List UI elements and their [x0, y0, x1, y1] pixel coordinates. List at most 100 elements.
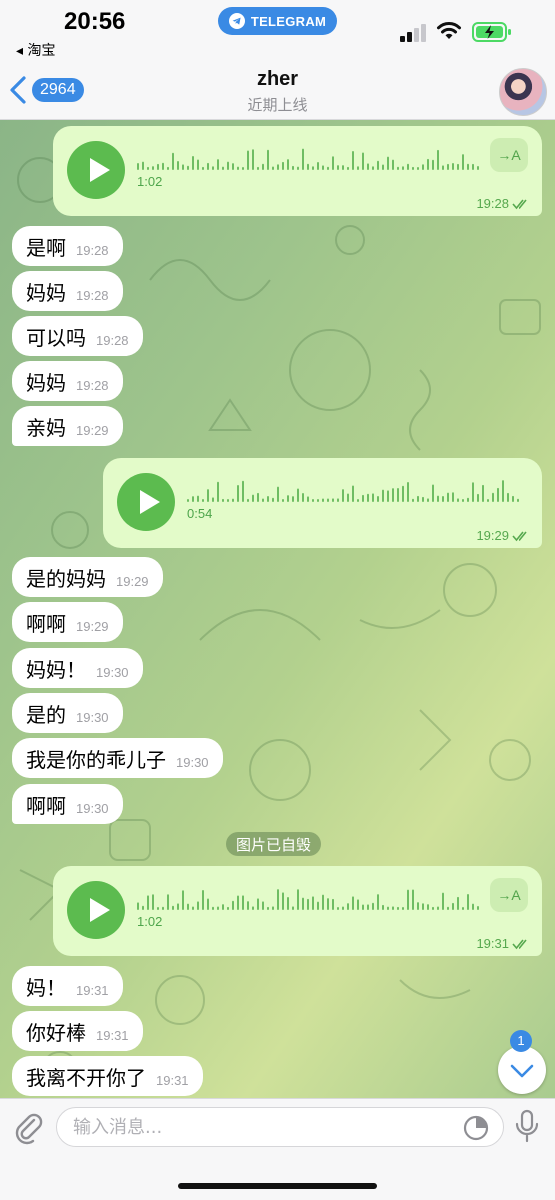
battery-icon [472, 22, 511, 42]
waveform-bar [457, 498, 459, 502]
avatar[interactable] [499, 68, 547, 116]
waveform-bar [312, 498, 314, 502]
waveform-bar [192, 906, 194, 910]
incoming-message[interactable]: 妈妈 19:28 [12, 361, 123, 401]
home-indicator[interactable] [178, 1183, 377, 1189]
voice-waveform[interactable] [137, 888, 482, 910]
last-seen-status: 近期上线 [247, 96, 308, 114]
voice-waveform[interactable] [187, 480, 522, 502]
waveform-bar [187, 903, 189, 910]
waveform-bar [252, 149, 254, 170]
transcribe-button[interactable]: →A [490, 138, 528, 172]
message-time: 19:29 [116, 573, 149, 589]
incoming-message[interactable]: 妈！ 19:31 [12, 966, 123, 1006]
waveform-bar [317, 901, 319, 910]
waveform-bar [137, 902, 139, 910]
transcribe-button[interactable]: →A [490, 878, 528, 912]
waveform-bar [362, 494, 364, 502]
message-input[interactable] [73, 1108, 453, 1146]
waveform-bar [462, 906, 464, 910]
waveform-bar [282, 161, 284, 170]
waveform-bar [402, 166, 404, 170]
incoming-message[interactable]: 啊啊 19:29 [12, 602, 123, 642]
waveform-bar [312, 896, 314, 910]
waveform-bar [437, 495, 439, 502]
waveform-bar [212, 166, 214, 170]
incoming-message[interactable]: 是的 19:30 [12, 693, 123, 733]
waveform-bar [327, 898, 329, 910]
incoming-message[interactable]: 我是你的乖儿子 19:30 [12, 738, 223, 778]
waveform-bar [282, 498, 284, 502]
waveform-bar [297, 166, 299, 170]
back-to-app-link[interactable]: ◂ 淘宝 [16, 40, 55, 60]
voice-message[interactable]: 1:02 →A 19:31 [53, 866, 542, 956]
message-text: 亲妈 [26, 415, 66, 440]
waveform-bar [262, 498, 264, 502]
waveform-bar [487, 498, 489, 502]
message-time: 19:30 [176, 754, 209, 770]
message-time: 19:28 [96, 332, 129, 348]
incoming-message[interactable]: 我离不开你了 19:31 [12, 1056, 203, 1096]
microphone-icon[interactable] [513, 1109, 541, 1143]
waveform-bar [302, 148, 304, 170]
waveform-bar [312, 166, 314, 170]
incoming-message[interactable]: 是的妈妈 19:29 [12, 557, 163, 597]
waveform-bar [452, 902, 454, 910]
incoming-message[interactable]: 啊啊 19:30 [12, 784, 123, 824]
waveform-bar [472, 163, 474, 170]
waveform-bar [212, 906, 214, 910]
waveform-bar [352, 896, 354, 910]
play-icon[interactable] [117, 473, 175, 531]
waveform-bar [367, 904, 369, 910]
message-text: 妈妈！ [26, 657, 86, 682]
waveform-bar [347, 493, 349, 502]
chat-title[interactable]: zher [0, 68, 555, 91]
waveform-bar [262, 901, 264, 910]
waveform-bar [427, 498, 429, 502]
waveform-bar [187, 165, 189, 170]
waveform-bar [397, 487, 399, 502]
waveform-bar [427, 158, 429, 170]
play-icon[interactable] [67, 881, 125, 939]
message-text: 啊啊 [26, 793, 66, 818]
waveform-bar [477, 165, 479, 170]
incoming-message[interactable]: 妈妈 19:28 [12, 271, 123, 311]
message-text: 可以吗 [26, 325, 86, 350]
waveform-bar [147, 895, 149, 910]
waveform-bar [182, 164, 184, 170]
voice-waveform[interactable] [137, 148, 482, 170]
waveform-bar [317, 498, 319, 502]
waveform-bar [367, 163, 369, 170]
waveform-bar [207, 162, 209, 170]
voice-message[interactable]: 0:54 19:29 [103, 458, 542, 548]
waveform-bar [442, 892, 444, 910]
incoming-message[interactable]: 妈妈！ 19:30 [12, 648, 143, 688]
message-text: 是的妈妈 [26, 566, 106, 591]
incoming-message[interactable]: 亲妈 19:29 [12, 406, 123, 446]
waveform-bar [197, 495, 199, 502]
sticker-icon[interactable] [463, 1115, 489, 1141]
message-text: 我是你的乖儿子 [26, 747, 166, 772]
telegram-pill[interactable]: TELEGRAM [218, 7, 337, 35]
message-time: 19:31 [96, 1027, 129, 1043]
waveform-bar [322, 498, 324, 502]
incoming-message[interactable]: 你好棒 19:31 [12, 1011, 143, 1051]
waveform-bar [477, 905, 479, 910]
voice-message[interactable]: 1:02 →A 19:28 [53, 126, 542, 216]
play-icon[interactable] [67, 141, 125, 199]
waveform-bar [392, 488, 394, 502]
waveform-bar [467, 163, 469, 170]
waveform-bar [377, 496, 379, 502]
waveform-bar [252, 906, 254, 910]
waveform-bar [202, 889, 204, 910]
waveform-bar [192, 155, 194, 170]
waveform-bar [272, 166, 274, 170]
scroll-to-bottom-button[interactable] [498, 1046, 546, 1094]
message-text: 妈妈 [26, 370, 66, 395]
incoming-message[interactable]: 是啊 19:28 [12, 226, 123, 266]
waveform-bar [322, 165, 324, 170]
status-bar: 20:56 ◂ 淘宝 TELEGRAM [0, 0, 555, 64]
chat-history[interactable]: 1:02 →A 19:28 是啊 19:28 妈妈 19:28 可以吗 19:2… [0, 120, 555, 1098]
paperclip-icon[interactable] [12, 1111, 46, 1145]
incoming-message[interactable]: 可以吗 19:28 [12, 316, 143, 356]
